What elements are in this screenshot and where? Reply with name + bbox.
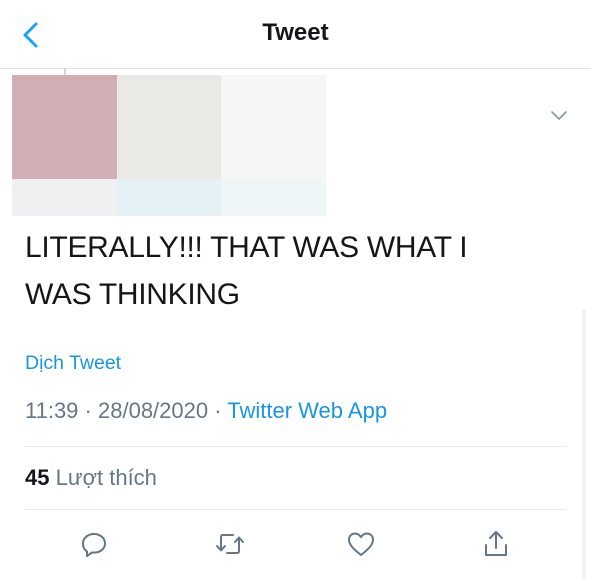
meta-separator: · <box>84 398 92 423</box>
share-icon <box>485 531 507 556</box>
tweet-text-line: LITERALLY!!! THAT WAS WHAT I <box>25 231 468 264</box>
page-title: Tweet <box>262 19 329 46</box>
tweet-date: 28/08/2020 <box>98 398 209 423</box>
divider <box>25 509 566 510</box>
tweet-time: 11:39 <box>25 398 79 423</box>
top-nav-bar: Tweet <box>0 0 591 69</box>
tweet-metadata: 11:39 · 28/08/2020 · Twitter Web App <box>25 398 387 424</box>
tweet-text: LITERALLY!!! THAT WAS WHAT I WAS THINKIN… <box>25 224 545 318</box>
like-label: Lượt thích <box>55 465 157 490</box>
censored-author-block[interactable] <box>12 75 326 216</box>
more-options-button[interactable] <box>546 104 572 128</box>
pixel-tile <box>12 75 117 179</box>
like-count: 45 <box>25 465 50 490</box>
divider <box>25 446 566 447</box>
scrollbar[interactable] <box>582 310 586 579</box>
pixel-tile <box>12 179 117 216</box>
pixel-tile <box>117 179 221 216</box>
tweet-source-link[interactable]: Twitter Web App <box>227 398 387 423</box>
chevron-down-icon <box>551 111 567 120</box>
retweet-icon <box>216 534 244 554</box>
like-button[interactable] <box>344 527 378 561</box>
pixel-tile <box>221 75 326 179</box>
share-button[interactable] <box>479 527 513 561</box>
pixel-tile <box>221 179 326 216</box>
reply-button[interactable] <box>77 527 111 561</box>
pixel-tile <box>117 75 221 179</box>
translate-tweet-link[interactable]: Dịch Tweet <box>25 352 121 375</box>
likes-count-link[interactable]: 45 Lượt thích <box>25 465 157 491</box>
meta-separator: · <box>214 398 222 423</box>
reply-icon <box>82 533 106 557</box>
tweet-text-line: WAS THINKING <box>25 278 240 311</box>
heart-icon <box>348 532 374 556</box>
retweet-button[interactable] <box>213 527 247 561</box>
tweet-detail-screen: Tweet LITERALLY!!! THAT WAS WHAT I WAS T… <box>0 0 591 579</box>
